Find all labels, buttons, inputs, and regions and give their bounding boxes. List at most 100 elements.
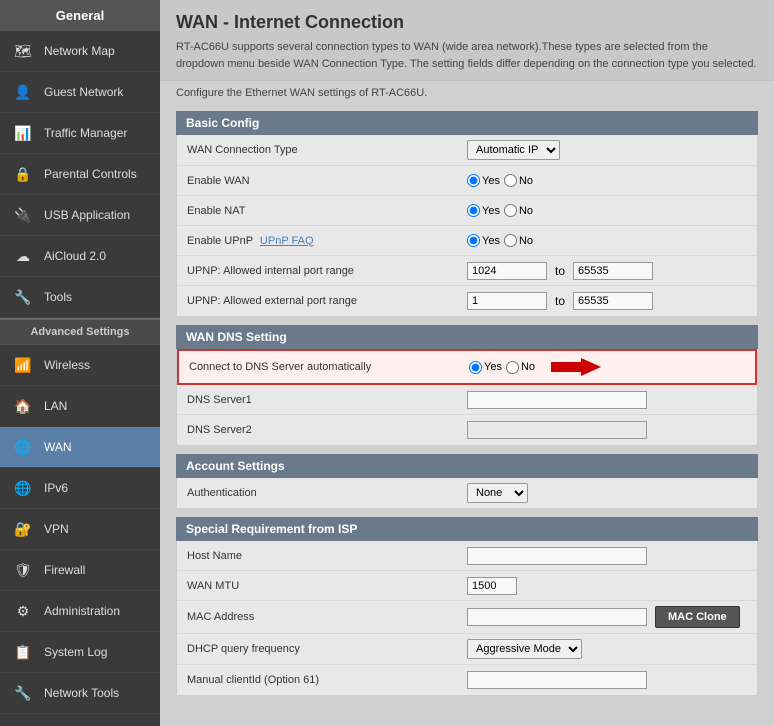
auth-label: Authentication xyxy=(187,487,467,499)
upnp-internal-from-input[interactable] xyxy=(467,262,547,280)
sidebar-item-label: Parental Controls xyxy=(44,167,137,181)
dhcp-query-control: Aggressive Mode Normal Mode xyxy=(467,639,747,659)
aicloud-icon xyxy=(12,245,34,267)
sidebar-item-label: WAN xyxy=(44,440,72,454)
account-settings-header: Account Settings xyxy=(176,454,758,478)
tools-icon xyxy=(12,286,34,308)
dns-auto-radio-group: Yes No xyxy=(469,361,535,374)
wan-icon xyxy=(12,436,34,458)
manual-clientid-input[interactable] xyxy=(467,671,647,689)
page-title: WAN - Internet Connection xyxy=(176,12,758,33)
hostname-input[interactable] xyxy=(467,547,647,565)
sidebar-item-network-map[interactable]: Network Map xyxy=(0,31,160,72)
dns-server1-control xyxy=(467,391,747,409)
enable-wan-no-label[interactable]: No xyxy=(504,174,533,187)
special-req-body: Host Name WAN MTU MAC Address MAC Cl xyxy=(176,541,758,696)
special-req-section: Special Requirement from ISP Host Name W… xyxy=(176,517,758,696)
upnp-internal-row: UPNP: Allowed internal port range to xyxy=(177,256,757,286)
mac-address-row: MAC Address MAC Clone xyxy=(177,601,757,634)
page-description: RT-AC66U supports several connection typ… xyxy=(176,39,758,72)
sidebar-item-network-tools[interactable]: Network Tools xyxy=(0,673,160,714)
enable-nat-no-radio[interactable] xyxy=(504,204,517,217)
enable-upnp-no-radio[interactable] xyxy=(504,234,517,247)
mac-address-label: MAC Address xyxy=(187,611,467,623)
enable-nat-yes-radio[interactable] xyxy=(467,204,480,217)
dns-auto-yes-radio[interactable] xyxy=(469,361,482,374)
sidebar-item-traffic-manager[interactable]: Traffic Manager xyxy=(0,113,160,154)
sidebar-item-tools[interactable]: Tools xyxy=(0,277,160,318)
enable-nat-no-label[interactable]: No xyxy=(504,204,533,217)
enable-upnp-radio-group: Yes No xyxy=(467,234,533,247)
hostname-control xyxy=(467,547,747,565)
enable-nat-label: Enable NAT xyxy=(187,205,467,217)
enable-upnp-yes-radio[interactable] xyxy=(467,234,480,247)
upnp-external-from-input[interactable] xyxy=(467,292,547,310)
upnp-internal-separator: to xyxy=(555,264,565,278)
account-settings-body: Authentication None PAP CHAP xyxy=(176,478,758,509)
dns-auto-no-radio[interactable] xyxy=(506,361,519,374)
dns-auto-label: Connect to DNS Server automatically xyxy=(189,361,469,373)
dns-auto-control: Yes No xyxy=(469,356,745,378)
sidebar-item-vpn[interactable]: VPN xyxy=(0,509,160,550)
enable-wan-yes-label[interactable]: Yes xyxy=(467,174,500,187)
enable-nat-control: Yes No xyxy=(467,204,747,217)
dhcp-query-select[interactable]: Aggressive Mode Normal Mode xyxy=(467,639,582,659)
enable-upnp-label: Enable UPnP UPnP FAQ xyxy=(187,235,467,247)
vpn-icon xyxy=(12,518,34,540)
auth-control: None PAP CHAP xyxy=(467,483,747,503)
auth-select[interactable]: None PAP CHAP xyxy=(467,483,528,503)
guest-icon xyxy=(12,81,34,103)
enable-nat-yes-label[interactable]: Yes xyxy=(467,204,500,217)
manual-clientid-control xyxy=(467,671,747,689)
enable-wan-yes-radio[interactable] xyxy=(467,174,480,187)
mac-clone-button[interactable]: MAC Clone xyxy=(655,606,740,628)
wan-connection-type-label: WAN Connection Type xyxy=(187,144,467,156)
red-arrow-icon xyxy=(551,356,601,378)
mac-address-input[interactable] xyxy=(467,608,647,626)
sidebar-item-label: LAN xyxy=(44,399,67,413)
dns-server2-input[interactable] xyxy=(467,421,647,439)
sidebar-item-wan[interactable]: WAN xyxy=(0,427,160,468)
upnp-internal-to-input[interactable] xyxy=(573,262,653,280)
sidebar-item-lan[interactable]: LAN xyxy=(0,386,160,427)
advanced-section-header: Advanced Settings xyxy=(0,318,160,345)
sidebar-item-label: Firewall xyxy=(44,563,85,577)
upnp-external-row: UPNP: Allowed external port range to xyxy=(177,286,757,316)
mac-address-control: MAC Clone xyxy=(467,606,747,628)
sidebar-item-parental-controls[interactable]: Parental Controls xyxy=(0,154,160,195)
upnp-external-control: to xyxy=(467,292,747,310)
upnp-external-to-input[interactable] xyxy=(573,292,653,310)
auth-row: Authentication None PAP CHAP xyxy=(177,478,757,508)
enable-upnp-no-label[interactable]: No xyxy=(504,234,533,247)
sidebar-item-guest-network[interactable]: Guest Network xyxy=(0,72,160,113)
enable-upnp-yes-label[interactable]: Yes xyxy=(467,234,500,247)
sidebar-item-system-log[interactable]: System Log xyxy=(0,632,160,673)
upnp-internal-control: to xyxy=(467,262,747,280)
sidebar-item-label: Guest Network xyxy=(44,85,123,99)
nettools-icon xyxy=(12,682,34,704)
enable-wan-label: Enable WAN xyxy=(187,175,467,187)
special-req-header: Special Requirement from ISP xyxy=(176,517,758,541)
upnp-faq-link[interactable]: UPnP FAQ xyxy=(260,235,314,247)
enable-wan-radio-group: Yes No xyxy=(467,174,533,187)
sidebar-item-usb-application[interactable]: USB Application xyxy=(0,195,160,236)
wan-mtu-input[interactable] xyxy=(467,577,517,595)
network-map-icon xyxy=(12,40,34,62)
sidebar-item-label: Network Map xyxy=(44,44,115,58)
wan-connection-type-select[interactable]: Automatic IP PPPoE PPTP L2TP Static IP xyxy=(467,140,560,160)
enable-wan-control: Yes No xyxy=(467,174,747,187)
sidebar-item-administration[interactable]: Administration xyxy=(0,591,160,632)
enable-nat-radio-group: Yes No xyxy=(467,204,533,217)
enable-wan-no-radio[interactable] xyxy=(504,174,517,187)
enable-upnp-control: Yes No xyxy=(467,234,747,247)
upnp-internal-label: UPNP: Allowed internal port range xyxy=(187,265,467,277)
dns-server1-input[interactable] xyxy=(467,391,647,409)
dns-server2-label: DNS Server2 xyxy=(187,424,467,436)
dns-auto-no-label[interactable]: No xyxy=(506,361,535,374)
sidebar-item-wireless[interactable]: Wireless xyxy=(0,345,160,386)
sidebar-item-ipv6[interactable]: IPv6 xyxy=(0,468,160,509)
sidebar-item-aicloud[interactable]: AiCloud 2.0 xyxy=(0,236,160,277)
sidebar-item-firewall[interactable]: Firewall xyxy=(0,550,160,591)
dns-auto-yes-label[interactable]: Yes xyxy=(469,361,502,374)
wan-dns-body: Connect to DNS Server automatically Yes … xyxy=(176,349,758,446)
